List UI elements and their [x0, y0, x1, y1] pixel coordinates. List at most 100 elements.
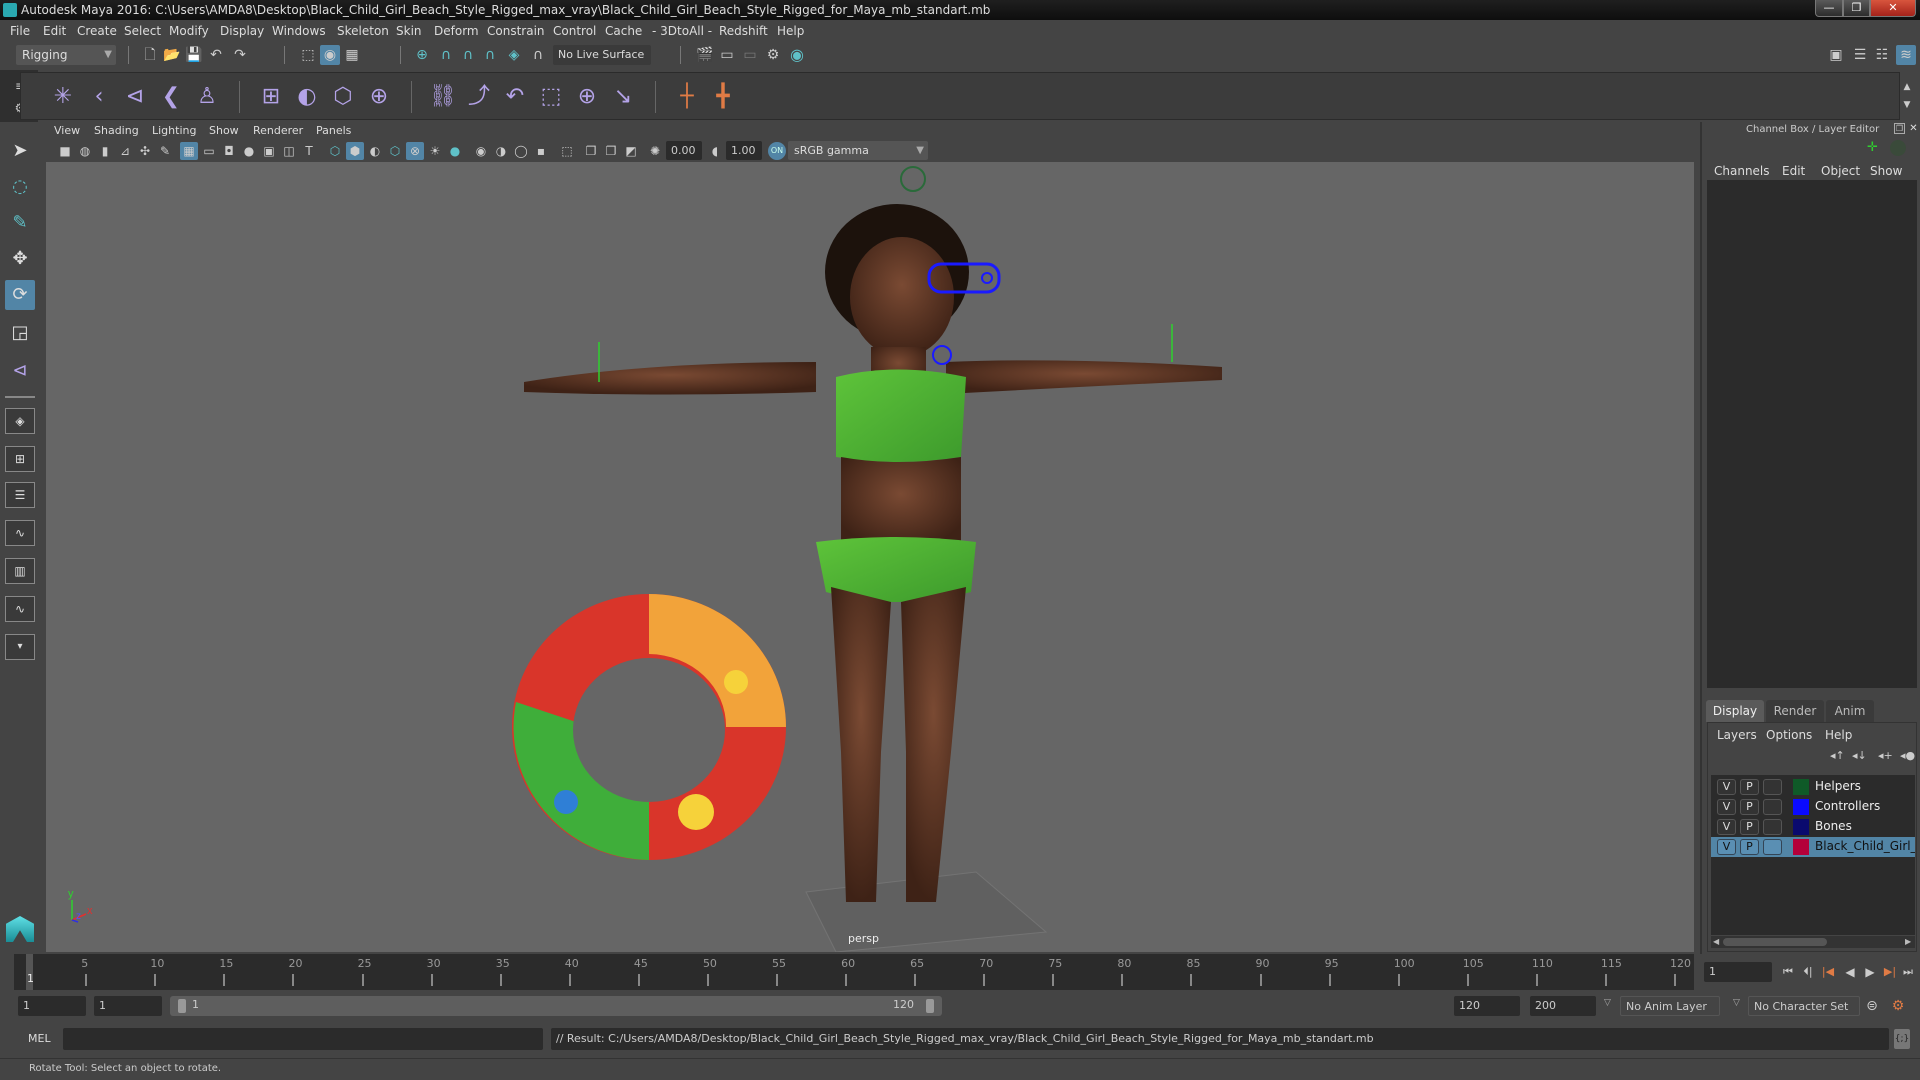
menu-edit[interactable]: Edit: [43, 24, 66, 38]
menu-control[interactable]: Control: [553, 24, 596, 38]
panel-menu-shading[interactable]: Shading: [94, 124, 139, 137]
hypershade-icon[interactable]: ◉: [787, 45, 807, 65]
ik-handle-icon[interactable]: ‹: [83, 81, 115, 113]
menu-deform[interactable]: Deform: [434, 24, 479, 38]
snap-view-plane-icon[interactable]: ∩: [480, 45, 500, 65]
select-hierarchy-icon[interactable]: ⬚: [298, 45, 318, 65]
layer-color-swatch[interactable]: [1793, 839, 1809, 855]
playback-start-field[interactable]: 1: [94, 996, 162, 1016]
layer-menu-help[interactable]: Help: [1825, 728, 1852, 742]
xray-icon[interactable]: ❐: [582, 142, 600, 160]
smooth-shade-icon[interactable]: ⬢: [346, 142, 364, 160]
paint-weights-icon[interactable]: ◐: [291, 81, 323, 113]
character-set-dropdown[interactable]: No Character Set: [1748, 996, 1860, 1016]
safe-title-icon[interactable]: T: [300, 142, 318, 160]
locator-2-icon[interactable]: ╋: [707, 81, 739, 113]
script-editor-icon[interactable]: {;}: [1894, 1029, 1910, 1049]
channel-menu-show[interactable]: Show: [1870, 164, 1902, 178]
menu-help[interactable]: Help: [777, 24, 804, 38]
joint-tool-icon[interactable]: ✳: [47, 81, 79, 113]
script-language-toggle[interactable]: MEL: [28, 1032, 51, 1045]
grid-icon[interactable]: ▦: [180, 142, 198, 160]
layer-menu-options[interactable]: Options: [1766, 728, 1812, 742]
ik-spline-icon[interactable]: ⊲: [119, 81, 151, 113]
snap-live-surface-icon[interactable]: ◈: [504, 45, 524, 65]
color-management-toggle[interactable]: ON: [768, 142, 786, 160]
range-slider[interactable]: 1 120: [170, 996, 942, 1016]
redo-icon[interactable]: ↷: [230, 45, 250, 65]
menu-3dtoall[interactable]: - 3DtoAll -: [652, 24, 712, 38]
grease-pencil-icon[interactable]: ✎: [156, 142, 174, 160]
wireframe-on-shaded-icon[interactable]: ⬡: [386, 142, 404, 160]
menu-file[interactable]: File: [10, 24, 30, 38]
chevron-down-icon[interactable]: ▽: [1733, 998, 1740, 1008]
layer-display-type-toggle[interactable]: [1763, 819, 1782, 835]
shelf-scroll-up-icon[interactable]: ▲: [1897, 77, 1917, 97]
motion-blur-icon[interactable]: ◑: [492, 142, 510, 160]
point-constraint-icon[interactable]: ⤴: [463, 81, 495, 113]
new-layer-icon[interactable]: ◂+: [1878, 749, 1893, 762]
snap-magnet-icon[interactable]: ∩: [528, 45, 548, 65]
snap-point-icon[interactable]: ∩: [458, 45, 478, 65]
channel-list-area[interactable]: [1707, 180, 1917, 688]
single-perspective-layout-icon[interactable]: ◈: [5, 408, 35, 434]
new-scene-icon[interactable]: 🗋: [140, 45, 160, 65]
textured-icon[interactable]: ⊗: [406, 142, 424, 160]
time-slider[interactable]: 1 5 10 15 20 25 30 35 40 45 50 55 60 65 70 75 80 85 90 95 10…: [14, 954, 1694, 990]
pole-vector-icon[interactable]: ↘: [607, 81, 639, 113]
persp-outliner-layout-icon[interactable]: ☰: [5, 482, 35, 508]
current-frame-field[interactable]: 1: [1704, 962, 1772, 982]
render-current-frame-icon[interactable]: ▭: [717, 45, 737, 65]
channel-menu-object[interactable]: Object: [1821, 164, 1860, 178]
insert-joint-icon[interactable]: ❮: [155, 81, 187, 113]
panel-menu-view[interactable]: View: [54, 124, 80, 137]
layer-visibility-toggle[interactable]: V: [1717, 779, 1736, 795]
paint-select-tool-icon[interactable]: ✎: [5, 208, 35, 238]
go-to-start-icon[interactable]: ⏮: [1778, 962, 1798, 982]
wireframe-icon[interactable]: ⬡: [326, 142, 344, 160]
select-tool-icon[interactable]: ➤: [5, 136, 35, 166]
tab-anim[interactable]: Anim: [1826, 700, 1874, 722]
animation-end-field[interactable]: 200: [1530, 996, 1596, 1016]
layer-menu-layers[interactable]: Layers: [1717, 728, 1757, 742]
anti-aliasing-icon[interactable]: ◯: [512, 142, 530, 160]
shadows-icon[interactable]: ●: [446, 142, 464, 160]
tool-settings-icon[interactable]: ☷: [1872, 45, 1892, 65]
layer-color-swatch[interactable]: [1793, 779, 1809, 795]
play-forwards-icon[interactable]: ▶: [1860, 962, 1880, 982]
step-back-frame-icon[interactable]: ⏴|: [1798, 962, 1818, 982]
rotate-tool-icon[interactable]: ⟳: [5, 280, 35, 310]
live-surface-field[interactable]: No Live Surface: [553, 45, 651, 65]
exposure-icon[interactable]: ✺: [646, 142, 664, 160]
camera-attributes-icon[interactable]: ◍: [76, 142, 94, 160]
channel-menu-channels[interactable]: Channels: [1714, 164, 1770, 178]
attribute-editor-icon[interactable]: ☰: [1850, 45, 1870, 65]
gate-mask-icon[interactable]: ●: [240, 142, 258, 160]
2d-pan-zoom-icon[interactable]: ✣: [136, 142, 154, 160]
menu-set-dropdown[interactable]: Rigging ▼: [16, 45, 116, 65]
menu-create[interactable]: Create: [77, 24, 117, 38]
maximize-button[interactable]: ❐: [1843, 0, 1870, 17]
layer-row[interactable]: V P Helpers: [1711, 777, 1915, 797]
snap-curve-icon[interactable]: ∩: [436, 45, 456, 65]
scale-tool-icon[interactable]: ◲: [5, 318, 35, 348]
playback-end-field[interactable]: 120: [1454, 996, 1520, 1016]
field-chart-icon[interactable]: ▣: [260, 142, 278, 160]
animation-start-field[interactable]: 1: [18, 996, 86, 1016]
menu-select[interactable]: Select: [124, 24, 161, 38]
undo-icon[interactable]: ↶: [206, 45, 226, 65]
scrollbar-thumb[interactable]: [1723, 938, 1827, 946]
layer-color-swatch[interactable]: [1793, 799, 1809, 815]
move-tool-icon[interactable]: ✥: [5, 244, 35, 274]
layer-display-type-toggle[interactable]: [1763, 779, 1782, 795]
safe-action-icon[interactable]: ◫: [280, 142, 298, 160]
layer-row[interactable]: V P Bones: [1711, 817, 1915, 837]
layer-row-selected[interactable]: V P Black_Child_Girl_Beach: [1711, 837, 1915, 857]
layer-playback-toggle[interactable]: P: [1740, 779, 1759, 795]
gamma-icon[interactable]: ◖: [706, 142, 724, 160]
bind-skin-icon[interactable]: ⊞: [255, 81, 287, 113]
default-material-icon[interactable]: ◐: [366, 142, 384, 160]
anim-layer-dropdown[interactable]: No Anim Layer: [1620, 996, 1720, 1016]
open-scene-icon[interactable]: 📂: [162, 45, 182, 65]
render-settings-icon[interactable]: ⚙: [763, 45, 783, 65]
